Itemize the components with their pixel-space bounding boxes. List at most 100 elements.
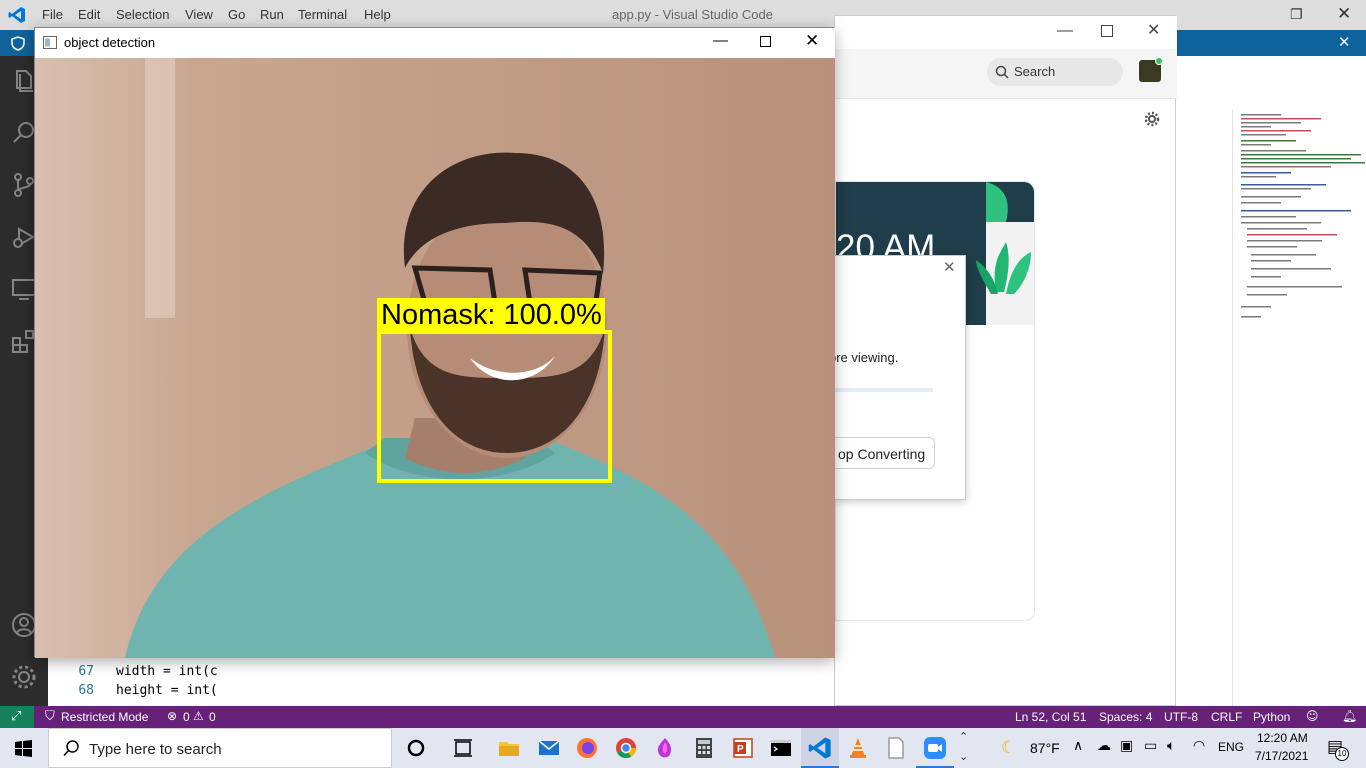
banner-close-icon[interactable]: ✕	[1338, 33, 1351, 51]
zoom-icon	[924, 737, 946, 759]
remote-icon: ⤢	[11, 709, 22, 724]
zoom-search-box[interactable]: Search	[987, 58, 1123, 86]
menu-edit[interactable]: Edit	[78, 7, 100, 22]
converting-dialog: ✕ ore viewing. op Converting	[825, 255, 966, 500]
warnings-count[interactable]: 0	[209, 710, 216, 724]
indentation[interactable]: Spaces: 4	[1099, 710, 1152, 724]
stop-converting-label: op Converting	[838, 446, 926, 462]
weather-temperature[interactable]: 87°F	[1030, 740, 1060, 756]
maximize-icon[interactable]	[1101, 25, 1113, 37]
chevron-up-icon[interactable]: ⌃	[959, 730, 968, 743]
terminal-icon[interactable]	[769, 736, 793, 760]
system-tray: ☾ 87°F ∧ ☁ ▣ ▭ 🔈︎ ◠ ENG 12:20 AM 7/17/20…	[995, 728, 1366, 768]
line-number: 67	[78, 664, 94, 679]
webcam-frame: Nomask: 100.0%	[35, 58, 835, 658]
taskbar-search-box[interactable]: Type here to search	[48, 728, 392, 768]
mail-icon[interactable]	[537, 736, 561, 760]
battery-icon[interactable]: ▭	[1144, 738, 1157, 754]
minimap-code-preview	[1241, 114, 1365, 318]
vlc-icon[interactable]	[846, 736, 870, 760]
restricted-mode-label[interactable]: Restricted Mode	[61, 710, 148, 724]
notifications-bell-icon[interactable]: 🔔︎	[1342, 709, 1357, 723]
settings-gear-icon[interactable]	[1144, 111, 1160, 127]
object-detection-window: object detection — ✕ Nomask: 100.0%	[34, 27, 835, 658]
clock-time[interactable]: 12:20 AM	[1257, 731, 1308, 745]
detection-label: Nomask: 100.0%	[377, 298, 605, 332]
line-ending[interactable]: CRLF	[1211, 710, 1242, 724]
code-editor[interactable]: 67 width = int(c 68 height = int(	[48, 660, 218, 706]
menu-run[interactable]: Run	[260, 7, 284, 22]
menu-go[interactable]: Go	[228, 7, 245, 22]
line-number: 68	[78, 683, 94, 698]
od-title-bar: object detection — ✕	[35, 28, 835, 58]
show-hidden-icons-icon[interactable]: ∧	[1073, 738, 1083, 754]
wifi-icon[interactable]: ◠	[1193, 738, 1205, 754]
detection-bounding-box	[377, 330, 612, 483]
windows-start-icon[interactable]	[15, 740, 32, 757]
shield-icon: ⛉	[45, 709, 55, 724]
remote-indicator-button[interactable]: ⤢	[0, 706, 34, 728]
zoom-taskbar-button[interactable]	[916, 728, 954, 768]
error-icon: ⊗	[167, 709, 178, 723]
input-language[interactable]: ENG	[1218, 740, 1244, 754]
cursor-position[interactable]: Ln 52, Col 51	[1015, 710, 1086, 724]
dialog-message: ore viewing.	[829, 350, 899, 365]
clipboard-icon[interactable]: ▣	[1120, 738, 1133, 754]
status-bar: ⤢ ⛉ Restricted Mode ⊗ 0 ⚠ 0 Ln 52, Col 5…	[0, 706, 1366, 728]
menu-help[interactable]: Help	[364, 7, 391, 22]
close-icon[interactable]: ✕	[1147, 20, 1160, 40]
dialog-close-icon[interactable]: ✕	[943, 258, 956, 276]
stop-converting-button[interactable]: op Converting	[825, 437, 935, 469]
menu-file[interactable]: File	[42, 7, 63, 22]
conversion-progress-bar	[835, 388, 933, 392]
search-icon	[63, 740, 79, 757]
search-icon	[995, 65, 1009, 79]
menu-terminal[interactable]: Terminal	[298, 7, 347, 22]
minimize-icon[interactable]: —	[713, 32, 728, 49]
code-line[interactable]: height = int(	[116, 683, 218, 698]
chrome-icon[interactable]	[614, 736, 638, 760]
warning-icon: ⚠	[193, 709, 204, 723]
online-status-dot	[1155, 57, 1163, 65]
chevron-down-icon[interactable]: ⌄	[959, 750, 968, 763]
menu-view[interactable]: View	[185, 7, 213, 22]
shield-icon	[11, 36, 25, 51]
firefox-nightly-icon[interactable]	[653, 736, 677, 760]
volume-icon[interactable]: 🔈︎	[1167, 738, 1175, 754]
clock-date[interactable]: 7/17/2021	[1255, 749, 1308, 763]
language-mode[interactable]: Python	[1253, 710, 1290, 724]
minimize-icon[interactable]: —	[1057, 22, 1073, 40]
powerpoint-icon[interactable]: P	[731, 736, 755, 760]
vscode-logo-icon	[8, 7, 25, 23]
file-explorer-icon[interactable]	[497, 736, 521, 760]
code-line[interactable]: width = int(c	[116, 664, 218, 679]
maximize-icon[interactable]	[760, 36, 771, 47]
window-title: object detection	[64, 35, 156, 50]
avatar[interactable]	[1139, 57, 1163, 82]
notepad-icon[interactable]	[884, 736, 908, 760]
encoding[interactable]: UTF-8	[1164, 710, 1198, 724]
calculator-icon[interactable]	[692, 736, 716, 760]
notification-count-badge: 10	[1335, 747, 1349, 761]
minimap[interactable]	[1232, 110, 1366, 706]
cloud-sync-icon[interactable]: ☁	[1097, 738, 1111, 754]
zoom-title-bar: — ✕	[835, 16, 1177, 49]
problems-count[interactable]: 0	[183, 710, 190, 724]
weather-moon-icon[interactable]: ☾	[1001, 738, 1016, 758]
close-icon[interactable]: ✕	[805, 31, 819, 51]
restore-icon[interactable]: ❐	[1290, 6, 1303, 23]
feedback-icon[interactable]: ☺	[1306, 709, 1319, 723]
menu-selection[interactable]: Selection	[116, 7, 169, 22]
windows-taskbar: Type here to search P ⌃ ⌄ ☾ 87°F ∧ ☁ ▣ ▭…	[0, 728, 1366, 768]
app-window-icon	[43, 36, 57, 49]
task-view-icon[interactable]	[451, 736, 475, 760]
svg-text:P: P	[737, 744, 744, 755]
search-label: Search	[1014, 64, 1056, 79]
close-icon[interactable]: ✕	[1337, 4, 1351, 24]
firefox-icon[interactable]	[575, 736, 599, 760]
plant-illustration-icon	[976, 182, 1034, 325]
vscode-taskbar-button[interactable]	[801, 728, 839, 768]
cortana-icon[interactable]	[404, 736, 428, 760]
window-title: app.py - Visual Studio Code	[612, 7, 773, 22]
settings-gear-icon[interactable]	[9, 662, 39, 692]
